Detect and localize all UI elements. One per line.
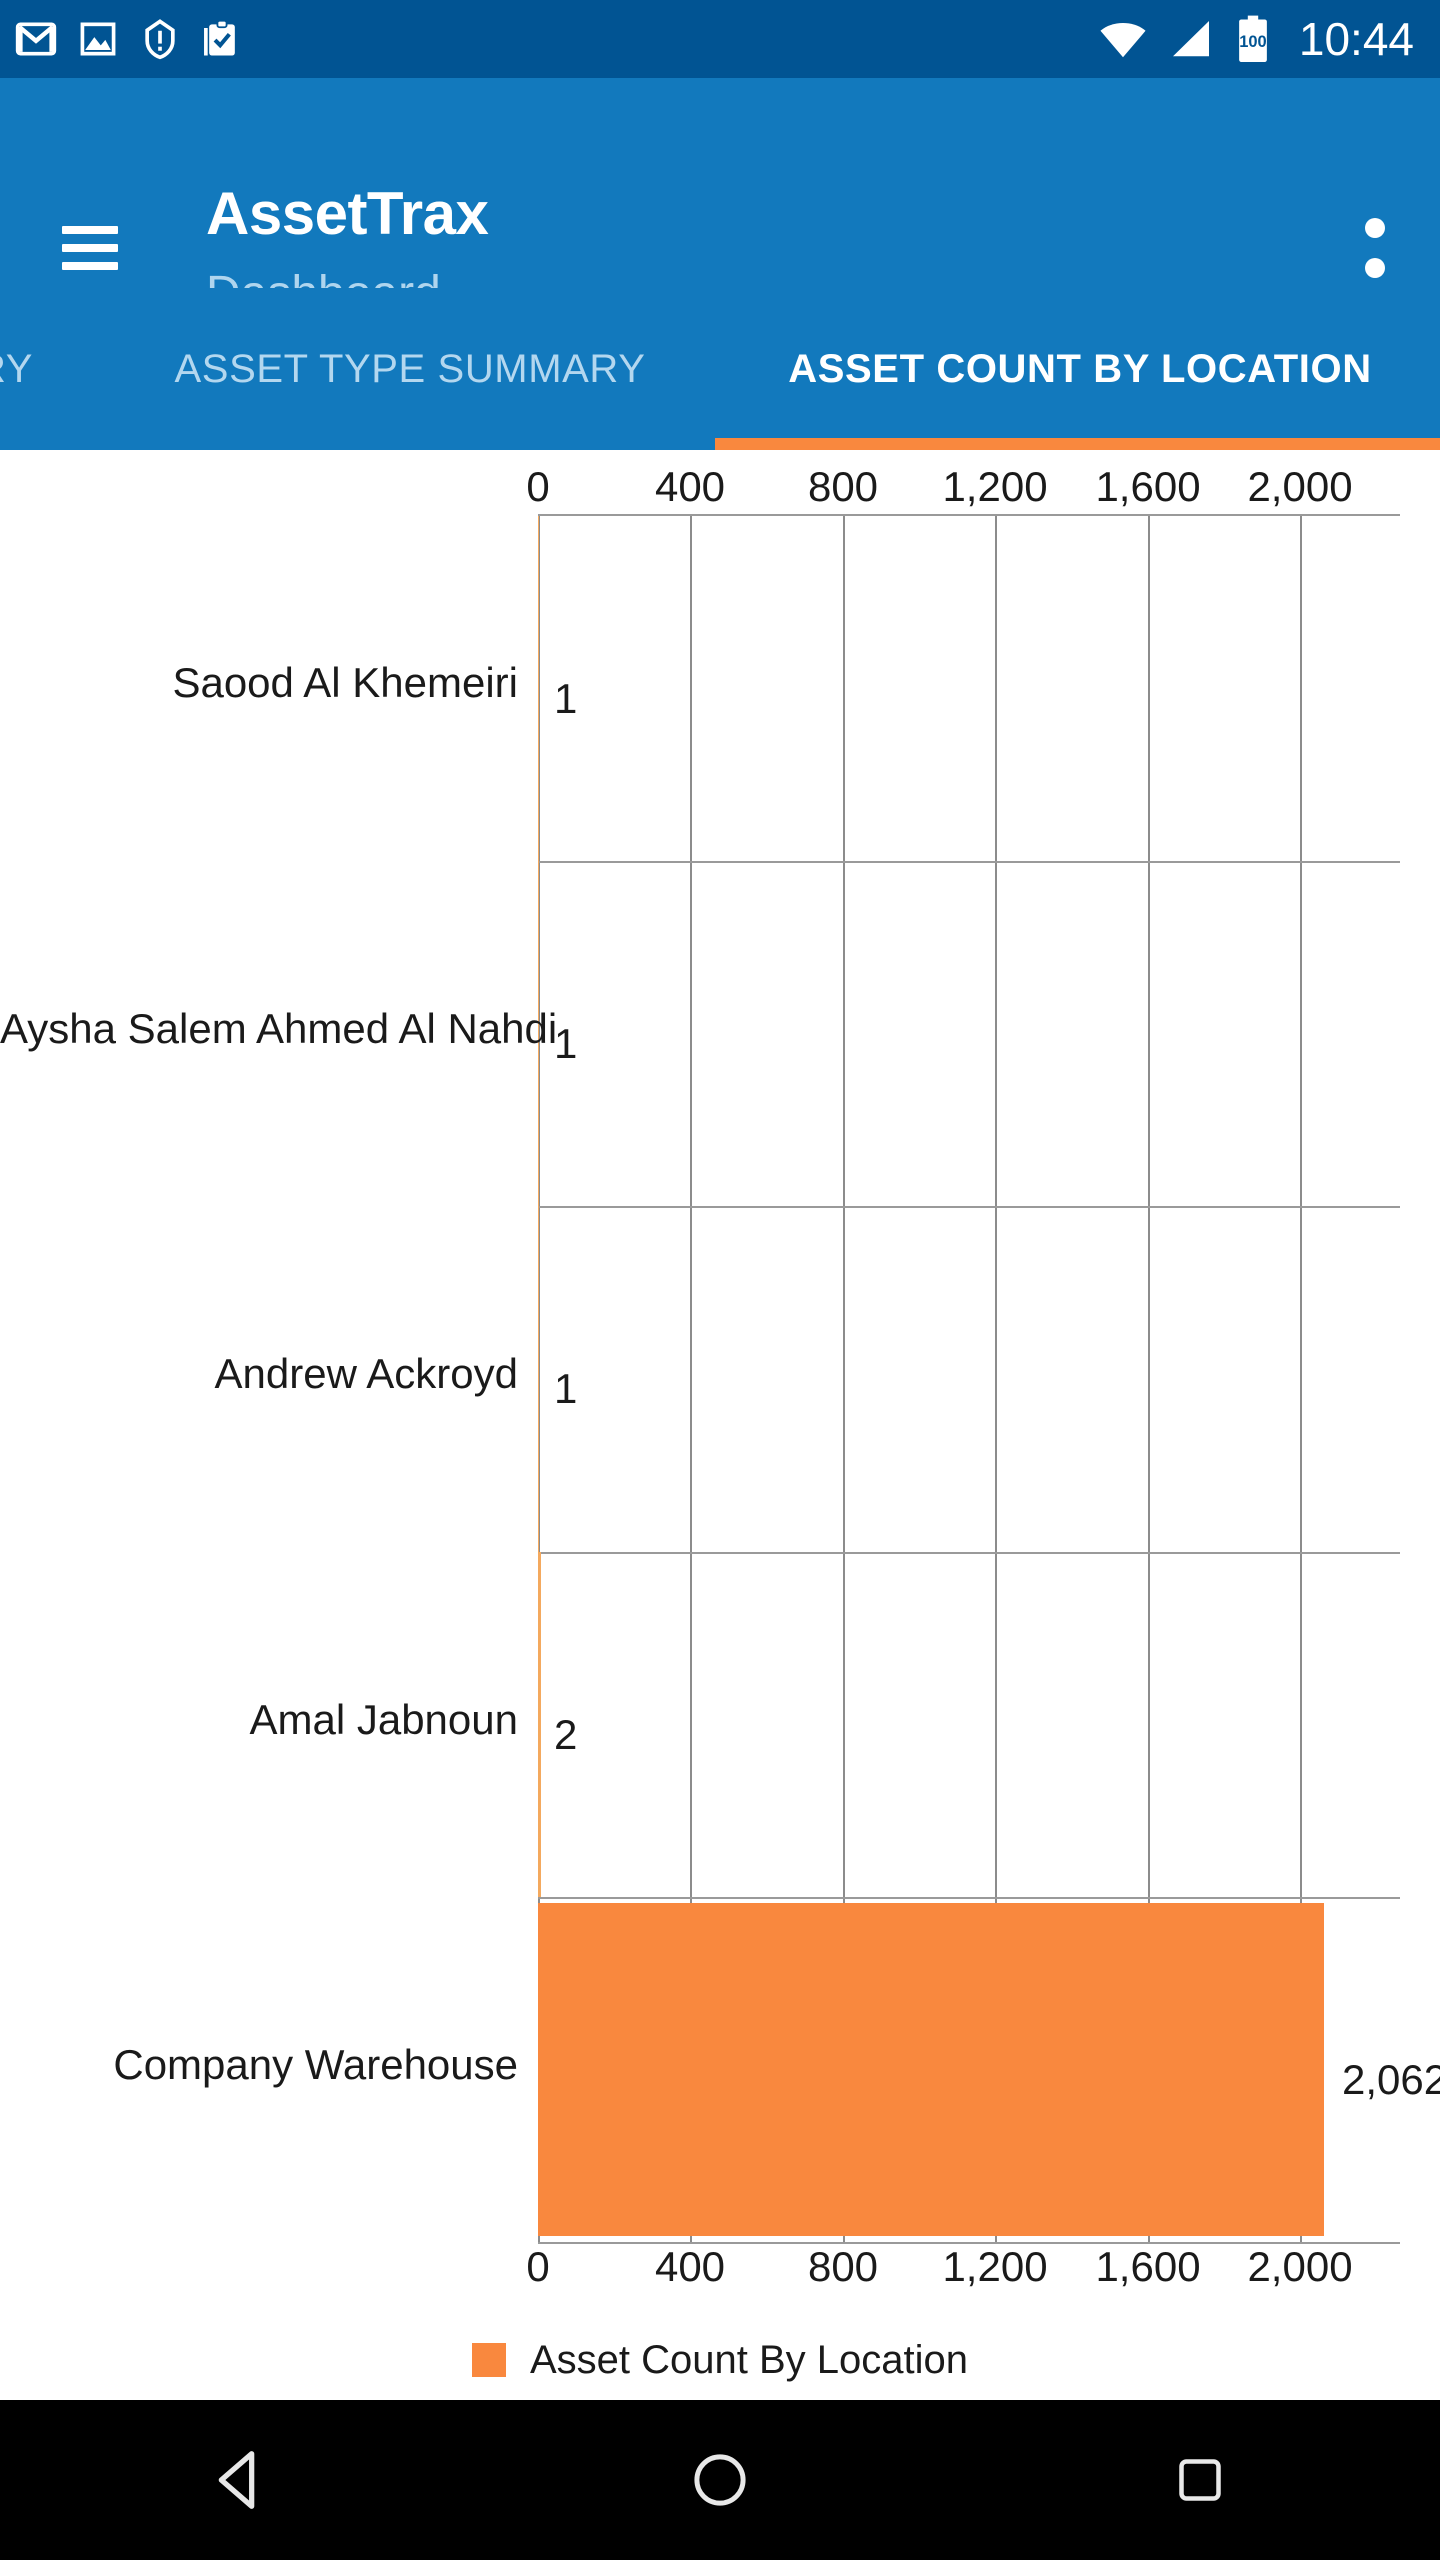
hamburger-line bbox=[62, 226, 118, 234]
chart-x-axis-bottom: 0 400 800 1,200 1,600 2,000 bbox=[0, 2240, 1440, 2294]
warning-shield-icon bbox=[145, 19, 175, 60]
bar-row[interactable]: 1 bbox=[538, 1206, 1400, 1552]
bar-row[interactable]: 2 bbox=[538, 1552, 1400, 1897]
circle-icon bbox=[694, 2454, 746, 2506]
overflow-dot bbox=[1365, 218, 1385, 238]
x-tick-label: 800 bbox=[807, 463, 879, 510]
category-label: Amal Jabnoun bbox=[249, 1696, 518, 1743]
bar-value-label: 1 bbox=[554, 675, 578, 722]
cell-signal-icon bbox=[1172, 21, 1209, 57]
tab-active-indicator bbox=[715, 438, 1440, 450]
category-label: Andrew Ackroyd bbox=[214, 1350, 518, 1397]
home-button[interactable] bbox=[480, 2400, 960, 2560]
gmail-icon bbox=[15, 22, 57, 56]
tab-asset-type-summary[interactable]: ASSET TYPE SUMMARY bbox=[105, 288, 715, 450]
bar bbox=[538, 1206, 539, 1552]
status-bar-clock: 10:44 bbox=[1298, 13, 1414, 65]
x-tick-label: 800 bbox=[807, 2243, 879, 2290]
square-icon bbox=[1179, 2459, 1221, 2501]
bar-value-label: 1 bbox=[554, 1365, 578, 1412]
x-tick-label: 1,200 bbox=[942, 2243, 1048, 2290]
x-tick-label: 0 bbox=[526, 2243, 550, 2290]
clipboard-check-icon bbox=[204, 19, 235, 56]
x-tick-label: 0 bbox=[526, 463, 550, 510]
legend-color-swatch bbox=[471, 2343, 506, 2377]
bar-value-label: 2 bbox=[554, 1711, 578, 1758]
bar-row[interactable]: 2,062 bbox=[538, 1897, 1440, 2242]
status-bar: 100 10:44 bbox=[0, 0, 1440, 78]
overflow-dot bbox=[1365, 258, 1385, 278]
tab-bar: RY ASSET TYPE SUMMARY ASSET COUNT BY LOC… bbox=[0, 288, 1440, 450]
bar-row[interactable]: 1 bbox=[538, 516, 1400, 861]
x-tick-label: 400 bbox=[654, 2243, 726, 2290]
triangle-left-icon bbox=[218, 2451, 255, 2509]
x-tick-label: 1,600 bbox=[1095, 463, 1201, 510]
bar-value-label: 1 bbox=[554, 1020, 578, 1067]
wifi-icon bbox=[1100, 22, 1146, 58]
app-title: AssetTrax bbox=[206, 180, 489, 247]
category-label: Aysha Salem Ahmed Al Nahdi bbox=[0, 1005, 558, 1052]
x-tick-label: 400 bbox=[654, 463, 726, 510]
chart-plot-area: 1 1 1 2 2,062 bbox=[538, 514, 1440, 2244]
back-button[interactable] bbox=[0, 2400, 480, 2560]
recents-button[interactable] bbox=[960, 2400, 1440, 2560]
x-tick-label: 2,000 bbox=[1247, 463, 1353, 510]
status-bar-system-icons: 100 10:44 bbox=[1097, 13, 1414, 65]
status-bar-notification-icons bbox=[14, 17, 244, 61]
tab-asset-count-by-location[interactable]: ASSET COUNT BY LOCATION bbox=[715, 288, 1440, 450]
asset-count-by-location-chart: 0 400 800 1,200 1,600 2,000 1 1 1 2 2,06… bbox=[0, 450, 1440, 2400]
x-tick-label: 1,200 bbox=[942, 463, 1048, 510]
android-navigation-bar bbox=[0, 2400, 1440, 2560]
app-bar: AssetTrax Dashboard bbox=[0, 78, 1440, 318]
category-label: Company Warehouse bbox=[113, 2041, 518, 2088]
bar-value-label: 2,062 bbox=[1342, 2056, 1440, 2103]
hamburger-line bbox=[62, 262, 118, 270]
tab-asset-summary-partial[interactable]: RY bbox=[0, 288, 105, 450]
x-tick-label: 2,000 bbox=[1247, 2243, 1353, 2290]
legend-label: Asset Count By Location bbox=[529, 2338, 969, 2382]
bar-row[interactable]: 1 bbox=[538, 861, 1400, 1206]
bar bbox=[538, 1552, 541, 1897]
photos-icon bbox=[80, 22, 116, 56]
bar bbox=[538, 516, 539, 861]
hamburger-line bbox=[62, 244, 118, 252]
chart-x-axis-top: 0 400 800 1,200 1,600 2,000 bbox=[0, 460, 1440, 514]
category-label: Saood Al Khemeiri bbox=[172, 659, 518, 706]
chart-legend: Asset Count By Location bbox=[0, 2330, 1440, 2390]
hamburger-icon[interactable] bbox=[62, 226, 118, 270]
bar bbox=[538, 1903, 1324, 2236]
battery-icon: 100 bbox=[1239, 15, 1267, 62]
x-tick-label: 1,600 bbox=[1095, 2243, 1201, 2290]
svg-text:100: 100 bbox=[1239, 33, 1266, 51]
